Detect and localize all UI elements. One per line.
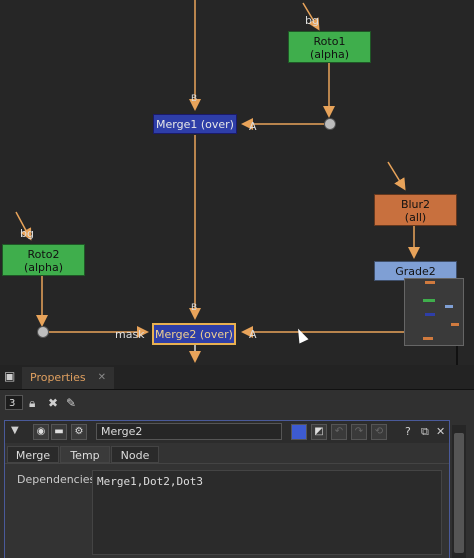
node-roto2[interactable]: Roto2 (alpha) (2, 244, 85, 276)
node-merge2-name: Merge2 (over) (155, 328, 233, 341)
label-mask: mask (115, 328, 145, 341)
graph-minimap[interactable] (404, 278, 464, 346)
tab-close-icon[interactable]: ✕ (98, 367, 106, 389)
dot-2[interactable] (37, 326, 49, 338)
wire-blur2-in (387, 161, 406, 191)
graph-wires (15, 0, 458, 365)
tab-properties-label: Properties (30, 371, 86, 384)
tab-properties[interactable]: Properties ✕ (22, 367, 114, 389)
node-merge1[interactable]: Merge1 (over) (153, 114, 237, 134)
revert-icon[interactable]: ⟲ (371, 424, 387, 440)
tab-temp[interactable]: Temp (60, 446, 110, 463)
node-graph[interactable]: Roto1 (alpha) bg Merge1 (over) B A Blur2… (0, 0, 474, 365)
close-button[interactable]: ✕ (436, 425, 445, 438)
properties-panel: ▣ Properties ✕ 3 🔒︎ ✖ ✎ ▼ ◉ ▬ ⚙ Merge2 ◩… (0, 365, 474, 558)
tab-node[interactable]: Node (111, 446, 159, 463)
node-toolbar: ▼ ◉ ▬ ⚙ Merge2 ◩ ↶ ↷ ⟲ ? ⧉ ✕ (5, 421, 449, 443)
node-merge2[interactable]: Merge2 (over) (152, 323, 236, 345)
label-bg-roto1: bg (305, 14, 319, 27)
node-properties: ▼ ◉ ▬ ⚙ Merge2 ◩ ↶ ↷ ⟲ ? ⧉ ✕ Merge Temp … (4, 420, 450, 558)
label-b-merge1: B (191, 94, 198, 104)
help-button[interactable]: ? (405, 425, 411, 438)
viewer-toggle-icon[interactable]: ◉ (33, 424, 49, 440)
node-blur2[interactable]: Blur2 (all) (374, 194, 457, 226)
label-b-merge2: B (191, 303, 198, 313)
label-a-merge2: A (249, 328, 257, 341)
undo-icon[interactable]: ↶ (331, 424, 347, 440)
node-roto1-name: Roto1 (313, 35, 346, 48)
node-roto2-name: Roto2 (27, 248, 60, 261)
collapse-triangle-icon[interactable]: ▼ (11, 425, 19, 436)
float-icon[interactable]: ⧉ (421, 425, 429, 439)
clear-panels-icon[interactable]: ✖ (48, 396, 58, 410)
max-panels-field[interactable]: 3 (5, 395, 23, 410)
color-swatch2-icon[interactable]: ◩ (311, 424, 327, 440)
node-icon[interactable]: ▬ (51, 424, 67, 440)
dot-1[interactable] (324, 118, 336, 130)
pencil-icon[interactable]: ✎ (66, 396, 76, 410)
dependencies-label: Dependencies (17, 473, 96, 486)
color-swatch-icon[interactable] (291, 424, 307, 440)
redo-icon[interactable]: ↷ (351, 424, 367, 440)
node-merge1-name: Merge1 (over) (156, 118, 234, 131)
tab-merge[interactable]: Merge (7, 446, 59, 463)
scrollbar-thumb[interactable] (454, 433, 464, 553)
node-roto2-sub: (alpha) (23, 261, 64, 274)
label-a-merge1: A (249, 120, 257, 133)
label-bg-roto2: bg (20, 227, 34, 240)
lock-icon[interactable]: 🔒︎ (29, 396, 35, 411)
node-name-field[interactable]: Merge2 (96, 423, 282, 440)
node-roto1-sub: (alpha) (309, 48, 350, 61)
node-blur2-sub: (all) (404, 211, 427, 224)
node-blur2-name: Blur2 (400, 198, 431, 211)
panel-scrollbar[interactable] (452, 425, 466, 558)
node-grade2-name: Grade2 (395, 265, 436, 278)
node-roto1[interactable]: Roto1 (alpha) (288, 31, 371, 63)
content-menu-icon[interactable]: ▣ (4, 369, 15, 383)
panel-tabbar: ▣ Properties ✕ (0, 365, 474, 390)
dependencies-field[interactable]: Merge1,Dot2,Dot3 (92, 470, 442, 555)
tab-content: Dependencies Merge1,Dot2,Dot3 (5, 463, 449, 558)
wrench-icon[interactable]: ⚙ (71, 424, 87, 440)
